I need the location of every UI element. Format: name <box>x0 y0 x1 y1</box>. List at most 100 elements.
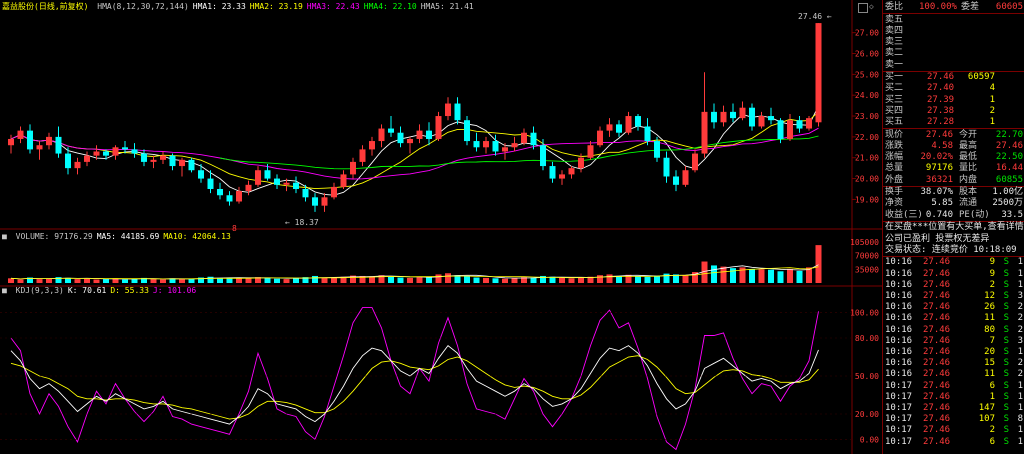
candle-body[interactable] <box>55 136 62 154</box>
candle-body[interactable] <box>131 149 138 154</box>
candle-body[interactable] <box>692 153 698 171</box>
volume-bar[interactable] <box>559 277 565 283</box>
candle-body[interactable] <box>217 188 223 196</box>
candle-body[interactable] <box>616 124 622 133</box>
candle-body[interactable] <box>578 157 584 169</box>
candle-body[interactable] <box>359 149 366 162</box>
volume-bar[interactable] <box>179 279 185 283</box>
volume-bar[interactable] <box>796 270 803 283</box>
candle-body[interactable] <box>502 147 508 152</box>
volume-bar[interactable] <box>606 274 613 283</box>
volume-bar[interactable] <box>720 266 727 283</box>
volume-bar[interactable] <box>416 277 423 283</box>
candle-body[interactable] <box>103 151 109 156</box>
candle-body[interactable] <box>340 174 347 187</box>
volume-bar[interactable] <box>331 277 337 283</box>
candle-body[interactable] <box>93 151 100 156</box>
candle-body[interactable] <box>815 23 822 123</box>
volume-bar[interactable] <box>768 269 774 283</box>
candle-body[interactable] <box>407 138 413 144</box>
kline-chart[interactable]: 27.00 26.00 25.00 24.00 23.00 22.00 21.00 20.00… <box>0 0 882 454</box>
volume-bar[interactable] <box>283 279 290 283</box>
volume-bar[interactable] <box>473 277 480 283</box>
volume-bar[interactable] <box>777 271 784 283</box>
candle-body[interactable] <box>730 111 736 119</box>
volume-bar[interactable] <box>511 277 518 283</box>
candle-body[interactable] <box>426 130 432 139</box>
volume-bar[interactable] <box>815 245 822 283</box>
candle-body[interactable] <box>682 170 689 185</box>
candle-body[interactable] <box>169 155 176 167</box>
candle-body[interactable] <box>416 130 423 139</box>
chart-area[interactable]: 27.00 26.00 25.00 24.00 23.00 22.00 21.00 20.00… <box>0 0 882 454</box>
candle-body[interactable] <box>492 141 499 152</box>
candle-body[interactable] <box>378 128 385 142</box>
volume-bar[interactable] <box>93 279 100 283</box>
volume-bar[interactable] <box>464 276 470 283</box>
candle-body[interactable] <box>530 132 537 146</box>
candle-body[interactable] <box>464 120 470 142</box>
candle-body[interactable] <box>777 120 784 139</box>
candle-body[interactable] <box>749 107 755 127</box>
candle-body[interactable] <box>559 174 565 179</box>
volume-bar[interactable] <box>312 275 318 283</box>
volume-bar[interactable] <box>597 275 603 283</box>
candle-body[interactable] <box>625 116 632 133</box>
volume-bar[interactable] <box>397 277 404 283</box>
candle-body[interactable] <box>369 141 375 150</box>
candle-body[interactable] <box>454 103 461 121</box>
candle-body[interactable] <box>293 182 299 189</box>
volume-bar[interactable] <box>264 277 271 283</box>
candle-body[interactable] <box>122 147 128 150</box>
volume-bar[interactable] <box>644 276 651 283</box>
volume-bar[interactable] <box>36 279 43 283</box>
volume-bar[interactable] <box>74 279 81 283</box>
chart-options-icon[interactable] <box>858 3 868 13</box>
candle-body[interactable] <box>331 186 337 198</box>
volume-bar[interactable] <box>445 273 451 283</box>
candle-body[interactable] <box>663 157 670 177</box>
candle-body[interactable] <box>597 130 603 146</box>
candle-body[interactable] <box>245 184 252 192</box>
candle-body[interactable] <box>226 195 233 202</box>
volume-bar[interactable] <box>160 279 166 283</box>
volume-bar[interactable] <box>426 277 432 283</box>
candle-body[interactable] <box>796 120 803 129</box>
candle-body[interactable] <box>236 191 242 202</box>
volume-menu-icon[interactable]: ■ <box>2 232 7 241</box>
candle-body[interactable] <box>806 118 812 129</box>
candle-body[interactable] <box>435 116 442 139</box>
candle-body[interactable] <box>46 136 52 146</box>
candle-body[interactable] <box>654 141 660 158</box>
candle-body[interactable] <box>644 126 651 142</box>
candle-body[interactable] <box>540 145 546 167</box>
candle-body[interactable] <box>141 153 147 162</box>
volume-bar[interactable] <box>188 278 195 283</box>
volume-bar[interactable] <box>711 265 717 283</box>
volume-bar[interactable] <box>103 279 109 283</box>
candle-body[interactable] <box>274 178 280 185</box>
volume-bar[interactable] <box>8 278 14 283</box>
kdj-menu-icon[interactable]: ■ <box>2 286 7 295</box>
volume-bar[interactable] <box>245 278 252 283</box>
volume-bar[interactable] <box>274 278 280 283</box>
volume-bar[interactable] <box>578 277 584 283</box>
candle-body[interactable] <box>27 130 33 150</box>
volume-bar[interactable] <box>787 268 793 283</box>
candle-body[interactable] <box>739 107 746 119</box>
candle-body[interactable] <box>758 116 765 127</box>
volume-bar[interactable] <box>407 277 413 283</box>
candle-body[interactable] <box>207 178 214 189</box>
candle-body[interactable] <box>568 168 575 175</box>
expand-icon[interactable]: ◇ <box>869 2 874 11</box>
candle-body[interactable] <box>264 170 271 179</box>
candle-body[interactable] <box>312 197 318 206</box>
volume-bar[interactable] <box>530 277 537 283</box>
volume-bar[interactable] <box>758 269 765 283</box>
candle-body[interactable] <box>673 176 679 185</box>
volume-bar[interactable] <box>226 278 233 283</box>
candle-body[interactable] <box>606 124 613 131</box>
candle-body[interactable] <box>302 188 309 198</box>
volume-bar[interactable] <box>293 278 299 283</box>
volume-bar[interactable] <box>483 277 489 283</box>
